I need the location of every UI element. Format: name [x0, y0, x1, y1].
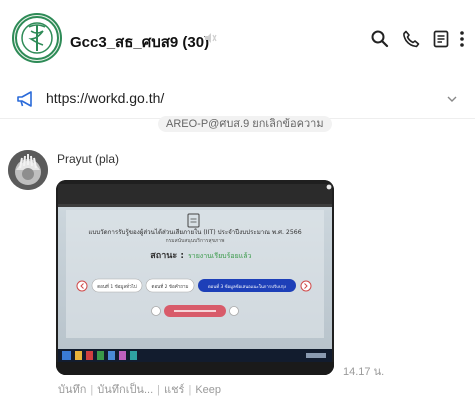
- save-action[interactable]: บันทึก: [58, 384, 86, 396]
- photo-form-sub: กรมสนับสนุนบริการสุขภาพ: [166, 237, 225, 244]
- share-action[interactable]: แชร์: [164, 384, 184, 396]
- photo-image: แบบวัดการรับรู้ของผู้ส่วนได้ส่วนเสียภายใ…: [56, 180, 334, 375]
- sender-name: Prayut (pla): [57, 152, 120, 166]
- separator: |: [90, 384, 94, 396]
- separator: |: [188, 384, 192, 396]
- phone-icon[interactable]: [401, 29, 421, 49]
- photo-status-value: รายงานเรียบร้อยแล้ว: [188, 252, 251, 260]
- keep-action[interactable]: Keep: [195, 384, 221, 396]
- photo-actions: บันทึก | บันทึกเป็น... | แชร์ | Keep: [58, 380, 221, 398]
- chat-header: Gcc3_สธ_ศบส9 (30): [0, 0, 475, 80]
- more-icon[interactable]: [456, 29, 468, 49]
- system-message: AREO-P@ศบส.9 ยกเลิกข้อความ: [158, 116, 332, 132]
- megaphone-icon: [17, 91, 32, 107]
- photo-tab-1: ตอนที่ 1 ข้อมูลทั่วไป: [97, 283, 137, 290]
- separator: |: [157, 384, 160, 396]
- photo-message[interactable]: แบบวัดการรับรู้ของผู้ส่วนได้ส่วนเสียภายใ…: [56, 180, 334, 375]
- chat-title: Gcc3_สธ_ศบส9 (30): [70, 34, 210, 51]
- pinned-url-link[interactable]: https://workd.go.th/: [46, 90, 164, 106]
- photo-form-title: แบบวัดการรับรู้ของผู้ส่วนได้ส่วนเสียภายใ…: [88, 228, 301, 236]
- message-time: 14.17 น.: [343, 366, 385, 378]
- chevron-down-icon[interactable]: [445, 92, 459, 106]
- photo-tab-3: ตอนที่ 3 ข้อมูลข้อเสนอแนะในการปรับปรุง: [208, 283, 286, 290]
- photo-status-label: สถานะ :: [150, 251, 184, 261]
- avatar-image: [8, 150, 48, 190]
- pinned-announcement[interactable]: https://workd.go.th/: [0, 80, 475, 119]
- group-avatar[interactable]: [12, 13, 62, 63]
- save-as-action[interactable]: บันทึกเป็น...: [97, 384, 153, 396]
- notes-icon[interactable]: [431, 29, 451, 49]
- moph-logo-icon: [15, 16, 59, 60]
- photo-tab-2: ตอนที่ 2 ข้อคำถาม: [152, 283, 189, 290]
- sender-avatar[interactable]: [8, 150, 48, 190]
- search-icon[interactable]: [370, 29, 390, 49]
- mute-icon: [205, 33, 217, 43]
